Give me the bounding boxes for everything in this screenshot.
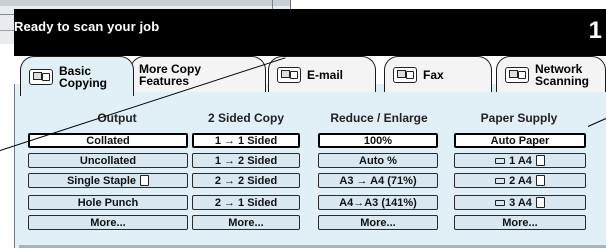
output-hole-punch-button[interactable]: Hole Punch [28, 195, 188, 210]
tab-label: More Copy Features [139, 61, 202, 88]
paper-tray-icon [495, 199, 506, 206]
document-transfer-icon [29, 68, 53, 85]
tab-label: Basic Copying [59, 63, 107, 90]
output-more-button[interactable]: More... [28, 215, 188, 230]
reduce-100-button[interactable]: 100% [318, 133, 438, 148]
paper-supply-header: Paper Supply [480, 111, 558, 125]
two-sided-1-2-button[interactable]: 1 → 2 Sided [192, 153, 300, 168]
copy-count: 1 [588, 17, 602, 44]
tab-fax[interactable]: Fax [384, 56, 492, 92]
output-header: Output [97, 111, 137, 125]
paper-tray-1-button[interactable]: 1 A4 [454, 153, 586, 168]
paper-tray-2-button[interactable]: 2 A4 [454, 173, 586, 188]
tab-label: Fax [423, 67, 444, 82]
output-uncollated-button[interactable]: Uncollated [28, 153, 188, 168]
output-single-staple-button[interactable]: Single Staple [28, 173, 188, 188]
two-sided-1-1-button[interactable]: 1 → 1 Sided [192, 133, 300, 148]
tab-network-scanning[interactable]: Network Scanning [496, 56, 606, 92]
document-transfer-icon [505, 66, 529, 83]
portrait-sheet-icon [535, 197, 545, 208]
reduce-enlarge-more-button[interactable]: More... [318, 215, 438, 230]
tab-email[interactable]: E-mail [268, 56, 376, 92]
staple-sheet-icon [140, 175, 150, 186]
reduce-auto-button[interactable]: Auto % [318, 153, 438, 168]
paper-tray-3-button[interactable]: 3 A4 [454, 195, 586, 210]
portrait-sheet-icon [535, 175, 545, 186]
enlarge-a4-a3-button[interactable]: A4→A3 (141%) [318, 195, 438, 210]
paper-auto-button[interactable]: Auto Paper [454, 133, 586, 148]
tab-label: E-mail [307, 67, 344, 82]
status-message: Ready to scan your job [14, 19, 160, 34]
portrait-sheet-icon [535, 155, 545, 166]
reduce-a3-a4-button[interactable]: A3 → A4 (71%) [318, 173, 438, 188]
two-sided-2-1-button[interactable]: 2 → 1 Sided [192, 195, 300, 210]
background-strip [0, 0, 290, 6]
two-sided-more-button[interactable]: More... [192, 215, 300, 230]
status-bar: Ready to scan your job 1 [14, 9, 606, 56]
document-transfer-icon [277, 66, 301, 83]
paper-supply-more-button[interactable]: More... [454, 215, 586, 230]
tab-label: Network Scanning [535, 61, 590, 88]
paper-tray-icon [495, 157, 506, 164]
tab-basic-copying[interactable]: Basic Copying [20, 56, 134, 96]
reduce-enlarge-header: Reduce / Enlarge [330, 111, 428, 125]
two-sided-header: 2 Sided Copy [207, 111, 284, 125]
two-sided-2-2-button[interactable]: 2 → 2 Sided [192, 173, 300, 188]
document-transfer-icon [393, 66, 417, 83]
output-collated-button[interactable]: Collated [28, 133, 188, 148]
paper-tray-icon [495, 177, 506, 184]
